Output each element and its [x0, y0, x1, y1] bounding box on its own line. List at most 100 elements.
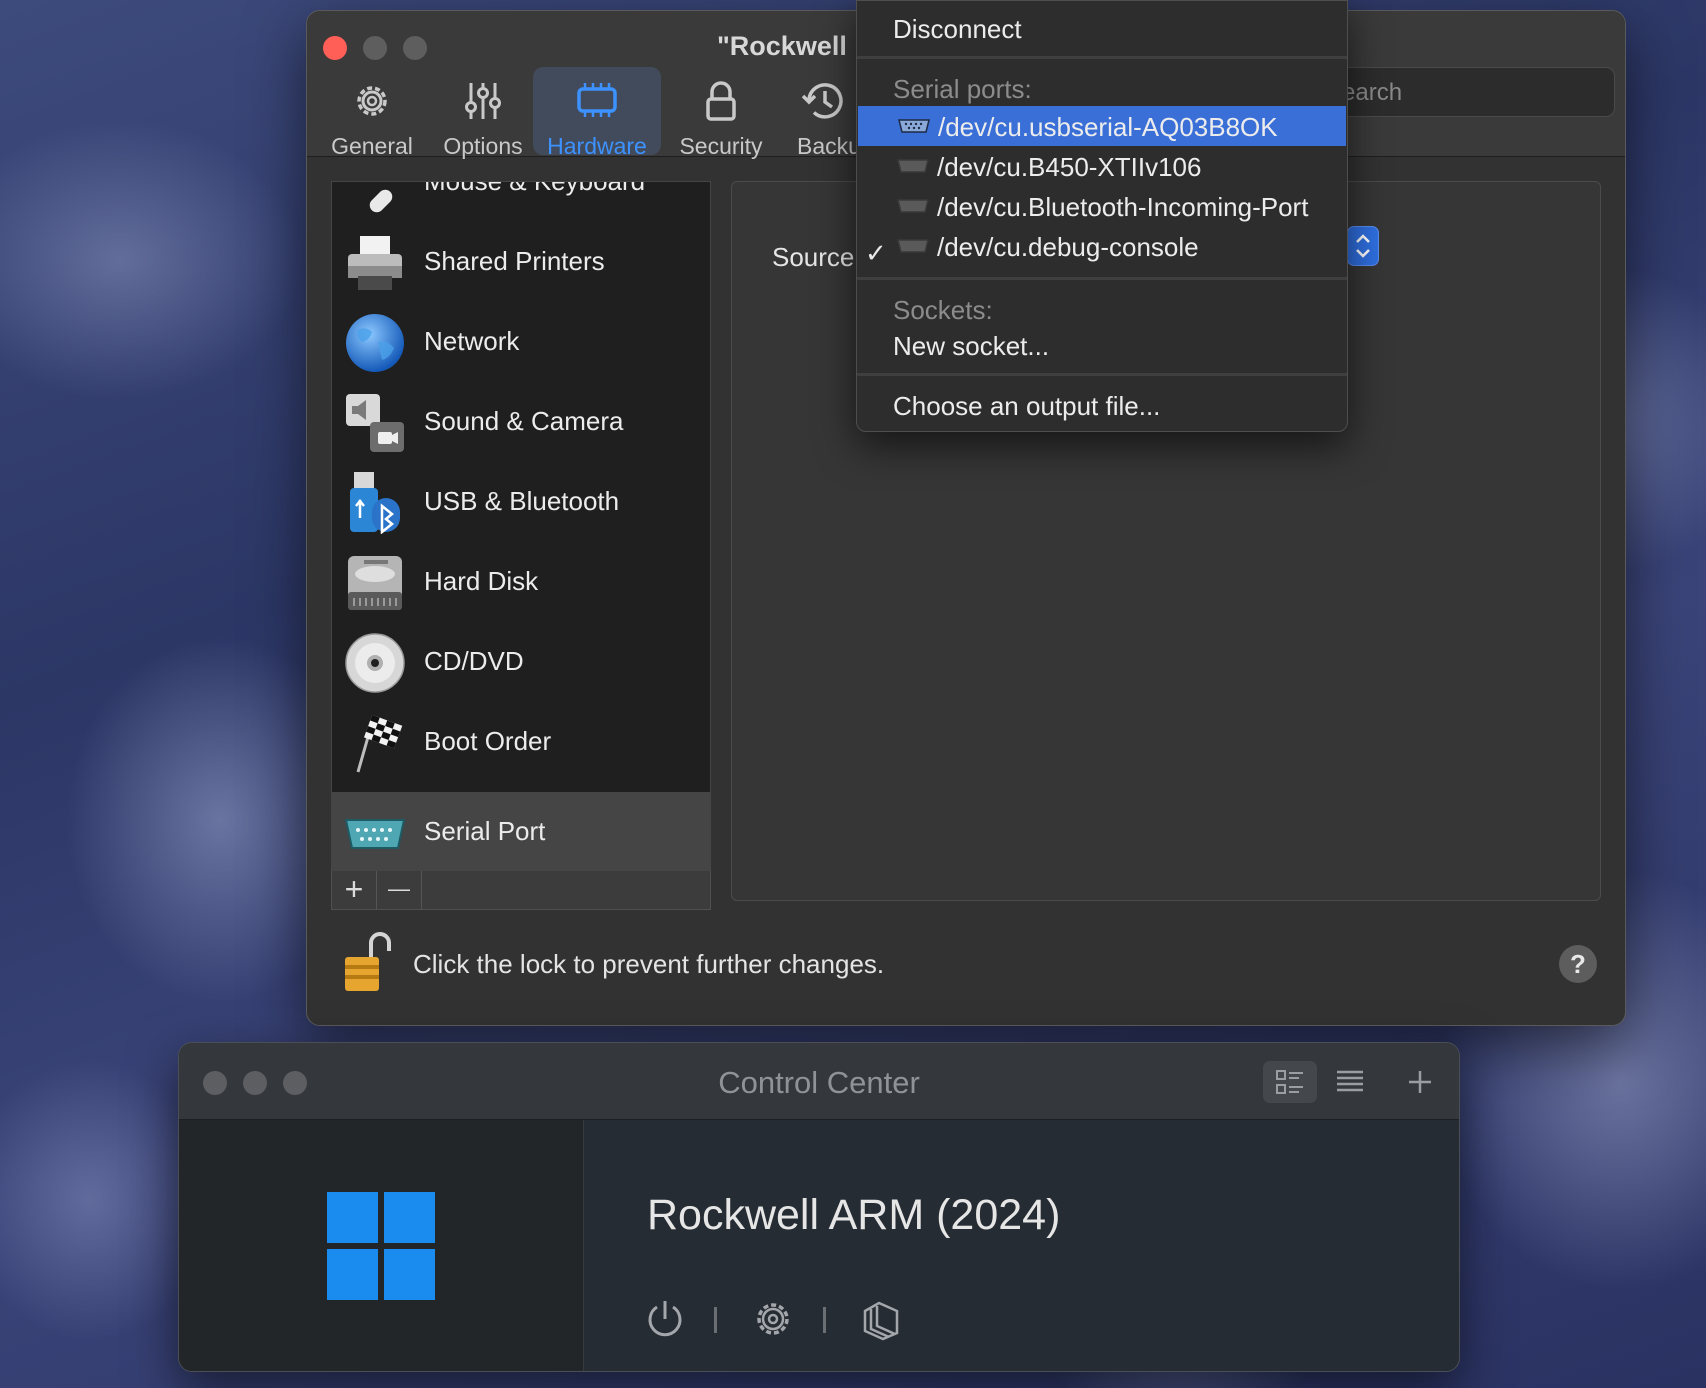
source-dropdown-menu: Disconnect Serial ports: /dev/cu.usbseri… [856, 0, 1348, 432]
tab-backup-label: Backu [797, 133, 861, 159]
menu-item-label: New socket... [893, 331, 1050, 361]
window-title: "Rockwell [717, 31, 847, 61]
sidebar-footer: + — [331, 871, 711, 910]
help-button[interactable]: ? [1559, 945, 1597, 983]
menu-item-disconnect[interactable]: Disconnect [857, 8, 1347, 48]
lock-message: Click the lock to prevent further change… [413, 949, 885, 979]
snapshots-icon[interactable] [859, 1297, 903, 1341]
sidebar-item-serial-port[interactable]: Serial Port [332, 792, 710, 872]
sidebar-item-shared-printers[interactable]: Shared Printers [332, 222, 710, 302]
printer-icon [348, 236, 402, 290]
menu-item-label: /dev/cu.debug-console [937, 232, 1199, 262]
menu-item-choose-output-file[interactable]: Choose an output file... [857, 385, 1347, 425]
sidebar-item-boot-order[interactable]: Boot Order [332, 702, 710, 782]
lock-icon [706, 81, 736, 121]
gear-icon[interactable] [751, 1297, 795, 1341]
tab-options-label: Options [443, 133, 523, 159]
grid-view-button[interactable] [1263, 1061, 1317, 1103]
plus-icon [1409, 1071, 1431, 1093]
gear-icon [357, 86, 387, 116]
menu-header-serial-ports: Serial ports: [857, 68, 1347, 108]
menu-item-label: /dev/cu.B450-XTIIv106 [937, 152, 1202, 182]
tab-hardware-label: Hardware [547, 133, 647, 159]
sidebar-item-network[interactable]: Network [332, 302, 710, 382]
clock-icon [801, 83, 843, 119]
tab-general[interactable]: General [321, 67, 423, 159]
menu-separator [857, 373, 1347, 376]
hardware-sidebar[interactable]: Mouse & Keyboard Shared Printers Network [331, 181, 711, 873]
chip-icon [577, 83, 617, 117]
tab-backup[interactable]: Backu [783, 67, 863, 159]
tab-hardware[interactable]: Hardware [533, 67, 661, 159]
sidebar-item-sound-camera[interactable]: Sound & Camera [332, 382, 710, 462]
checkered-flag-icon [356, 714, 403, 773]
tab-security-label: Security [679, 133, 763, 159]
search-field[interactable]: Search [1307, 67, 1615, 117]
menu-item-port-usbserial[interactable]: /dev/cu.usbserial-AQ03B8OK [858, 106, 1346, 146]
speaker-camera-icon [346, 394, 404, 452]
usb-bluetooth-icon [350, 472, 400, 534]
sidebar-item-label: Mouse & Keyboard [424, 181, 646, 196]
add-device-button[interactable]: + [332, 871, 377, 909]
menu-item-label: Choose an output file... [893, 391, 1161, 421]
mouse-icon [369, 189, 393, 213]
control-center-window: Control Center Rockwell ARM (2024) [178, 1042, 1460, 1372]
unlocked-padlock-icon[interactable] [341, 929, 401, 993]
menu-header-label: Serial ports: [893, 74, 1032, 104]
sidebar-item-label: CD/DVD [424, 646, 524, 676]
menu-item-port-bluetooth-incoming[interactable]: /dev/cu.Bluetooth-Incoming-Port [857, 186, 1347, 226]
close-button[interactable] [323, 36, 347, 60]
remove-device-button[interactable]: — [377, 871, 422, 909]
tab-general-label: General [331, 133, 413, 159]
tab-security[interactable]: Security [667, 67, 775, 159]
menu-item-label: Disconnect [893, 14, 1022, 44]
sidebar-item-label: Sound & Camera [424, 406, 624, 436]
sidebar-item-label: Serial Port [424, 816, 546, 846]
cd-icon [345, 633, 405, 693]
minimize-button[interactable] [363, 36, 387, 60]
menu-separator [857, 277, 1347, 280]
sliders-icon [465, 83, 501, 119]
divider [823, 1307, 826, 1333]
sidebar-item-label: USB & Bluetooth [424, 486, 620, 516]
serial-port-icon [897, 239, 929, 253]
chevron-up-down-icon [1356, 234, 1370, 258]
sidebar-item-label: Shared Printers [424, 246, 605, 276]
sidebar-item-label: Boot Order [424, 726, 552, 756]
source-label: Source [772, 242, 855, 272]
menu-item-new-socket[interactable]: New socket... [857, 325, 1347, 365]
checkmark-icon: ✓ [865, 238, 887, 268]
sidebar-item-usb-bluetooth[interactable]: USB & Bluetooth [332, 462, 710, 542]
list-view-button[interactable] [1323, 1061, 1377, 1103]
menu-header-label: Sockets: [893, 295, 993, 325]
sidebar-item-cd-dvd[interactable]: CD/DVD [332, 622, 710, 702]
menu-separator [857, 56, 1347, 59]
menu-item-label: /dev/cu.usbserial-AQ03B8OK [938, 112, 1278, 142]
list-thumbnail-icon [1276, 1070, 1303, 1094]
sidebar-item-label: Hard Disk [424, 566, 539, 596]
menu-item-label: /dev/cu.Bluetooth-Incoming-Port [937, 192, 1309, 222]
sidebar-item-mouse-keyboard[interactable]: Mouse & Keyboard [332, 181, 710, 222]
vm-name: Rockwell ARM (2024) [647, 1191, 1061, 1239]
tab-options[interactable]: Options [431, 67, 535, 159]
control-center-titlebar: Control Center [179, 1043, 1459, 1120]
source-popup-button[interactable] [1347, 226, 1379, 266]
menu-header-sockets: Sockets: [857, 289, 1347, 329]
serial-port-icon [897, 159, 929, 173]
power-icon[interactable] [643, 1297, 687, 1341]
serial-port-icon [898, 119, 930, 133]
globe-icon [346, 314, 404, 372]
sidebar-item-label: Network [424, 326, 520, 356]
menu-item-port-b450[interactable]: /dev/cu.B450-XTIIv106 [857, 146, 1347, 186]
hard-disk-icon [348, 556, 402, 610]
zoom-button[interactable] [403, 36, 427, 60]
vm-thumbnail-area[interactable] [179, 1120, 584, 1371]
serial-port-icon [344, 819, 406, 849]
windows-logo-icon [327, 1192, 435, 1300]
divider [714, 1307, 717, 1333]
menu-item-port-debug-console[interactable]: ✓ /dev/cu.debug-console [857, 226, 1347, 268]
sidebar-item-hard-disk[interactable]: Hard Disk [332, 542, 710, 622]
serial-port-icon [897, 199, 929, 213]
list-icon [1337, 1070, 1363, 1092]
add-vm-button[interactable] [1393, 1061, 1447, 1103]
